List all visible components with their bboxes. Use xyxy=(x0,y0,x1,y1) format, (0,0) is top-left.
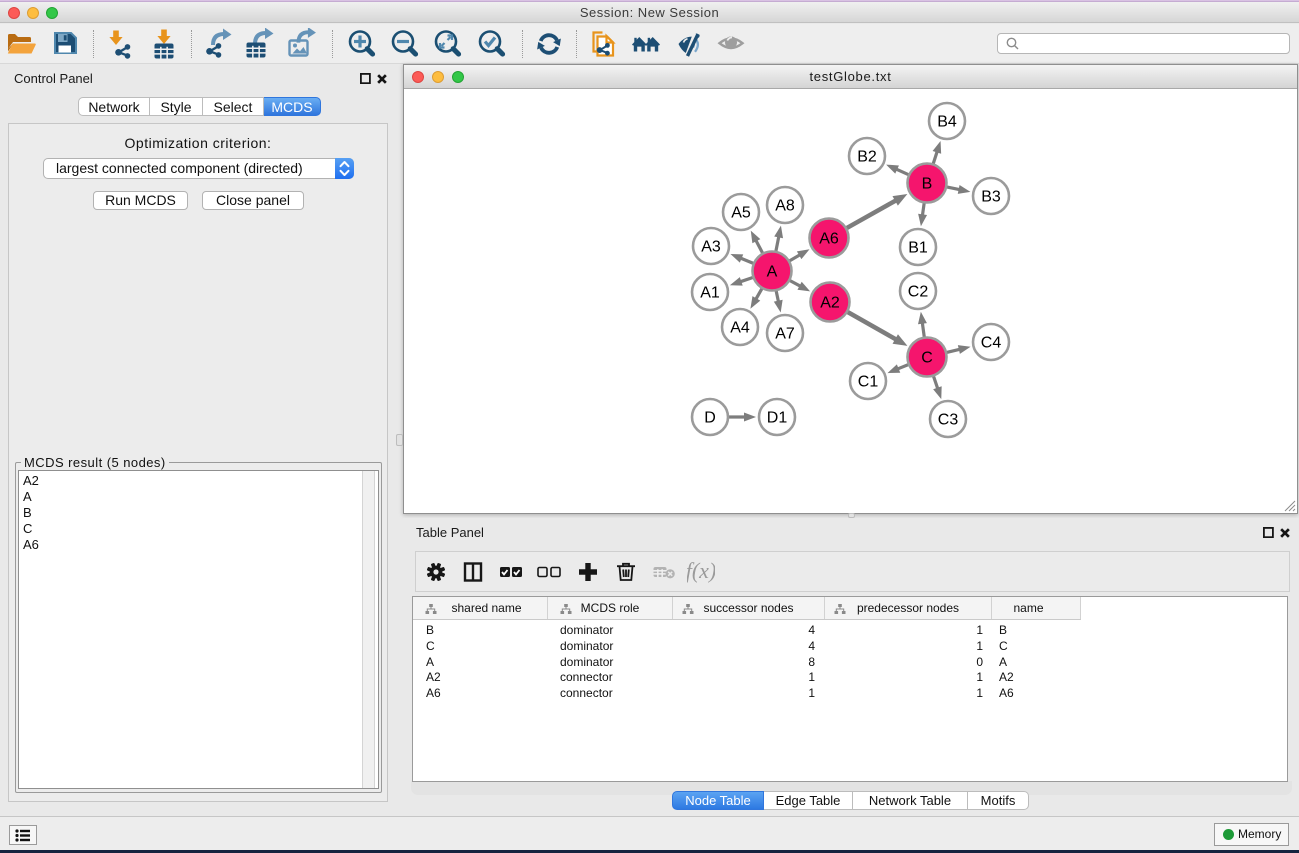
svg-text:C2: C2 xyxy=(908,284,929,301)
svg-text:A6: A6 xyxy=(819,231,839,248)
svg-text:B3: B3 xyxy=(981,189,1001,206)
svg-text:B: B xyxy=(922,176,933,193)
svg-text:C3: C3 xyxy=(938,412,959,429)
svg-text:A5: A5 xyxy=(731,205,751,222)
svg-text:f(x): f(x) xyxy=(687,558,715,583)
svg-text:A1: A1 xyxy=(700,285,720,302)
svg-text:D: D xyxy=(704,410,716,427)
svg-text:B4: B4 xyxy=(937,114,957,131)
svg-text:A7: A7 xyxy=(775,326,795,343)
svg-text:C4: C4 xyxy=(981,335,1002,352)
svg-text:A4: A4 xyxy=(730,320,750,337)
svg-text:A3: A3 xyxy=(701,239,721,256)
svg-text:B1: B1 xyxy=(908,240,928,257)
svg-text:A: A xyxy=(767,264,778,281)
svg-text:C: C xyxy=(921,350,933,367)
svg-text:B2: B2 xyxy=(857,149,877,166)
svg-text:D1: D1 xyxy=(767,410,788,427)
svg-text:A2: A2 xyxy=(820,295,840,312)
svg-text:A8: A8 xyxy=(775,198,795,215)
svg-text:C1: C1 xyxy=(858,374,879,391)
